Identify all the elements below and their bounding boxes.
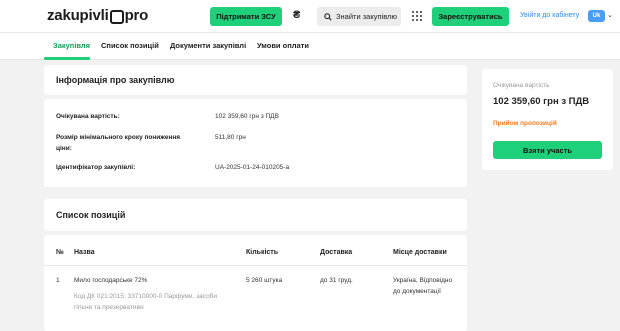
- tab-procurement[interactable]: Закупівля: [53, 41, 90, 50]
- procurement-id-value: UA-2025-01-24-010205-a: [215, 164, 290, 171]
- min-step-label-line1: Розмір мінімального кроку пониження: [56, 134, 181, 141]
- expected-cost-value: 102 359,60 грн з ПДВ: [215, 113, 279, 120]
- info-details-card: Очікувана вартість: 102 359,60 грн з ПДВ…: [44, 99, 467, 187]
- side-expected-cost-value: 102 359,60 грн з ПДВ: [493, 96, 590, 107]
- top-header: zakupivli pro Підтримати ЗСУ ₴ Знайти за…: [0, 0, 620, 33]
- procurement-id-label: Ідентифікатор закупівлі:: [56, 164, 136, 171]
- tab-documents[interactable]: Документи закупівлі: [170, 41, 246, 50]
- item-delivery-date: до 31 груд.: [320, 277, 353, 284]
- column-header-quantity: Кількість: [246, 249, 279, 256]
- tab-bar: Закупівля Список позицій Документи закуп…: [0, 33, 620, 60]
- item-place-line2: до документації: [393, 288, 441, 295]
- row-number: 1: [56, 277, 60, 284]
- min-step-label-line2: ціни:: [56, 145, 72, 152]
- search-procurement-button[interactable]: Знайти закупівлю: [317, 7, 401, 26]
- chevron-down-icon[interactable]: ⌄: [607, 11, 613, 19]
- active-tab-indicator: [44, 57, 90, 60]
- info-title: Інформація про закупівлю: [56, 75, 175, 85]
- logo-mark-icon: [109, 9, 124, 24]
- search-icon: [324, 12, 332, 21]
- register-button[interactable]: Зареєструватись: [432, 7, 509, 26]
- support-army-button[interactable]: Підтримати ЗСУ: [210, 7, 282, 26]
- column-header-number: №: [56, 249, 64, 256]
- side-expected-cost-label: Очікувана вартість: [493, 82, 550, 89]
- min-step-value: 511,80 грн: [215, 134, 246, 141]
- table-divider: [44, 265, 467, 266]
- positions-title: Список позицій: [56, 210, 126, 220]
- status-badge: Прийом пропозицій: [493, 120, 557, 127]
- currency-icon[interactable]: ₴: [293, 9, 300, 21]
- info-title-card: Інформація про закупівлю: [44, 65, 467, 95]
- item-name: Мило господарське 72%: [74, 277, 148, 284]
- apps-grid-icon[interactable]: [412, 11, 422, 21]
- language-badge[interactable]: Uk: [588, 10, 605, 22]
- item-code-line1: Код ДК 021:2015: 33710000-0 Парфуми, зас…: [74, 293, 218, 300]
- search-button-label: Знайти закупівлю: [336, 12, 398, 21]
- column-header-delivery-place: Місце доставки: [393, 249, 447, 256]
- expected-cost-label: Очікувана вартість:: [56, 113, 120, 120]
- tab-payment-terms[interactable]: Умови оплати: [257, 41, 309, 50]
- participate-button[interactable]: Взяти участь: [493, 141, 602, 159]
- item-quantity: 5 260 штука: [246, 277, 283, 284]
- logo-text-right: pro: [124, 7, 149, 24]
- logo-text-left: zakupivli: [47, 7, 109, 24]
- positions-title-card: Список позицій: [44, 199, 467, 231]
- item-code-line2: гігієни та презервативи: [74, 304, 144, 311]
- tab-positions[interactable]: Список позицій: [101, 41, 159, 50]
- column-header-delivery: Доставка: [320, 249, 353, 256]
- item-place-line1: Україна, Відповідно: [393, 277, 453, 284]
- column-header-name: Назва: [74, 249, 95, 256]
- site-logo[interactable]: zakupivli pro: [47, 7, 148, 24]
- login-cabinet-link[interactable]: Увійти до кабінету: [520, 12, 579, 19]
